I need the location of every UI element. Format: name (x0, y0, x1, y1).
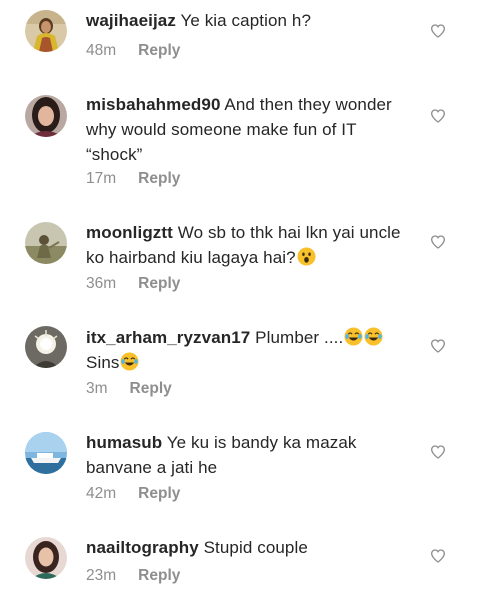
comment-meta: 3m Reply (86, 380, 172, 398)
comment-username[interactable]: itx_arham_ryzvan17 (86, 328, 250, 347)
astonished-face-emoji (297, 247, 316, 266)
comment-text: misbahahmed90 And then they wonder why w… (86, 92, 406, 167)
heart-outline-icon[interactable] (430, 338, 446, 354)
comment-time: 17m (86, 170, 117, 187)
avatar[interactable] (25, 326, 67, 368)
comment-username[interactable]: humasub (86, 433, 162, 452)
reply-button[interactable]: Reply (138, 42, 180, 60)
comment-body: Ye kia caption h? (175, 11, 311, 30)
comment-time: 42m (86, 485, 117, 502)
comment-username[interactable]: naailtography (86, 538, 199, 557)
comment-meta: 48m Reply (86, 42, 180, 60)
comment-time: 48m (86, 42, 117, 59)
face-with-tears-of-joy-emoji (364, 327, 383, 346)
comment-meta: 42m Reply (86, 485, 180, 503)
reply-button[interactable]: Reply (138, 567, 180, 585)
comment-body-line2: Sins (86, 353, 120, 372)
reply-button[interactable]: Reply (138, 485, 180, 503)
comment-body: Stupid couple (198, 538, 308, 557)
comment-meta: 36m Reply (86, 275, 180, 293)
avatar[interactable] (25, 222, 67, 264)
heart-outline-icon[interactable] (430, 23, 446, 39)
heart-outline-icon[interactable] (430, 548, 446, 564)
comment-text: wajihaeijaz Ye kia caption h? (86, 8, 406, 33)
heart-outline-icon[interactable] (430, 234, 446, 250)
avatar[interactable] (25, 10, 67, 52)
comment-meta: 17m Reply (86, 170, 180, 188)
comment-meta: 23m Reply (86, 567, 180, 585)
comment-text: itx_arham_ryzvan17 Plumber .... Sins (86, 325, 406, 375)
comment-text: humasub Ye ku is bandy ka mazak banvane … (86, 430, 406, 480)
heart-outline-icon[interactable] (430, 108, 446, 124)
heart-outline-icon[interactable] (430, 444, 446, 460)
face-with-tears-of-joy-emoji (344, 327, 363, 346)
comment-username[interactable]: misbahahmed90 (86, 95, 221, 114)
comment-time: 3m (86, 380, 108, 397)
comment-body: Plumber .... (250, 328, 344, 347)
reply-button[interactable]: Reply (138, 275, 180, 293)
comment-text: moonligztt Wo sb to thk hai lkn yai uncl… (86, 220, 406, 270)
comment-time: 23m (86, 567, 117, 584)
avatar[interactable] (25, 432, 67, 474)
avatar[interactable] (25, 95, 67, 137)
comment-time: 36m (86, 275, 117, 292)
comment-text: naailtography Stupid couple (86, 535, 406, 560)
avatar[interactable] (25, 537, 67, 579)
reply-button[interactable]: Reply (130, 380, 172, 398)
comment-username[interactable]: wajihaeijaz (86, 11, 176, 30)
comment-username[interactable]: moonligztt (86, 223, 173, 242)
face-with-tears-of-joy-emoji (120, 352, 140, 371)
reply-button[interactable]: Reply (138, 170, 180, 188)
